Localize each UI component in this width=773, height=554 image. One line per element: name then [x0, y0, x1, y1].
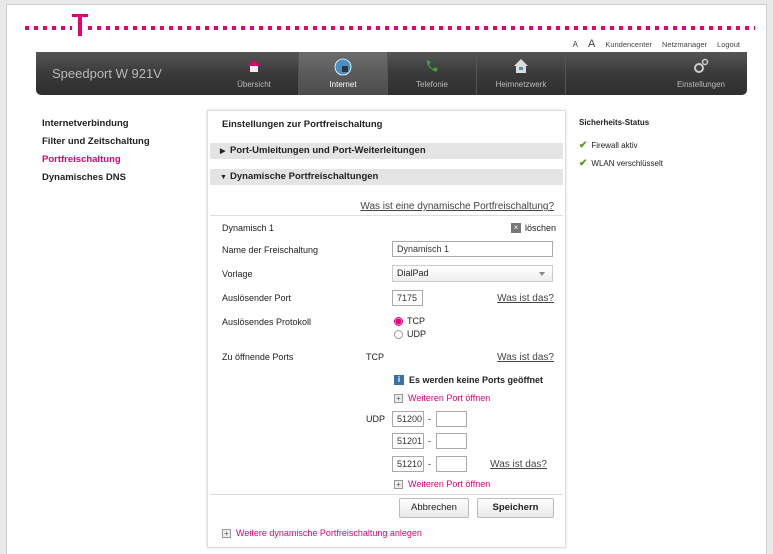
- range-separator: -: [428, 436, 431, 446]
- add-dynamic-forwarding-link[interactable]: Weitere dynamische Portfreischaltung anl…: [236, 528, 422, 538]
- main-navigation: Speedport W 921V Übersicht Internet Tele…: [36, 52, 747, 95]
- protocol-tcp-radio[interactable]: [394, 317, 403, 326]
- sidebar-item-portfreischaltung[interactable]: Portfreischaltung: [42, 154, 150, 172]
- delete-icon[interactable]: ×: [511, 223, 521, 233]
- trigger-port-input[interactable]: 7175: [392, 290, 423, 306]
- home-icon: [246, 58, 262, 76]
- check-icon: ✔: [579, 157, 588, 169]
- cancel-button[interactable]: Abbrechen: [399, 498, 469, 518]
- page-title: Einstellungen zur Portfreischaltung: [222, 119, 383, 130]
- status-text: WLAN verschlüsselt: [591, 158, 663, 168]
- nav-tab-telefonie[interactable]: Telefonie: [388, 52, 476, 95]
- nav-tab-label: Telefonie: [415, 80, 449, 89]
- protocol-udp-label: UDP: [407, 329, 427, 339]
- no-ports-message: Es werden keine Ports geöffnet: [409, 375, 544, 385]
- security-status-title: Sicherheits-Status: [579, 118, 650, 127]
- telekom-logo[interactable]: [72, 13, 88, 37]
- template-select[interactable]: DialPad: [392, 265, 553, 282]
- logout-link[interactable]: Logout: [717, 40, 740, 49]
- status-text: Firewall aktiv: [591, 140, 638, 150]
- trigger-port-label: Auslösender Port: [222, 293, 292, 303]
- what-is-ports-link[interactable]: Was ist das?: [497, 352, 554, 363]
- globe-icon: [334, 58, 352, 78]
- plus-icon[interactable]: +: [222, 529, 231, 538]
- nav-tab-einstellungen[interactable]: Einstellungen: [657, 52, 745, 95]
- sidebar-item-filter[interactable]: Filter und Zeitschaltung: [42, 136, 150, 154]
- protocol-udp-radio[interactable]: [394, 330, 403, 339]
- template-value: DialPad: [397, 268, 429, 278]
- chevron-right-icon: ▶: [220, 148, 226, 155]
- status-item: ✔ WLAN verschlüsselt: [579, 154, 663, 172]
- range-separator: -: [428, 414, 431, 424]
- nav-tab-heimnetzwerk[interactable]: Heimnetzwerk: [477, 52, 565, 95]
- entry-title: Dynamisch 1: [222, 223, 275, 233]
- accordion-port-forwarding[interactable]: ▶ Port-Umleitungen und Port-Weiterleitung…: [210, 143, 563, 159]
- sidebar-item-dyndns[interactable]: Dynamisches DNS: [42, 172, 150, 190]
- nav-tab-uebersicht[interactable]: Übersicht: [210, 52, 298, 95]
- plus-icon[interactable]: +: [394, 480, 403, 489]
- plus-icon[interactable]: +: [394, 394, 403, 403]
- device-name: Speedport W 921V: [52, 66, 162, 81]
- nav-tab-label: Einstellungen: [676, 80, 726, 89]
- template-label: Vorlage: [222, 269, 253, 279]
- nav-tab-internet[interactable]: Internet: [299, 52, 387, 95]
- save-button[interactable]: Speichern: [477, 498, 554, 518]
- font-larger-button[interactable]: A: [588, 38, 595, 50]
- what-is-dynamic-link[interactable]: Was ist eine dynamische Portfreischaltun…: [360, 201, 554, 212]
- protocol-label: Auslösendes Protokoll: [222, 317, 312, 327]
- info-icon: i: [394, 375, 404, 385]
- udp-port-to-input[interactable]: [436, 411, 467, 427]
- nav-tab-label: Internet: [329, 80, 357, 89]
- open-more-tcp-port-link[interactable]: Weiteren Port öffnen: [408, 393, 490, 403]
- range-separator: -: [428, 459, 431, 469]
- nav-tab-label: Heimnetzwerk: [495, 80, 547, 89]
- chevron-down-icon: [539, 272, 545, 276]
- nav-tab-label: Übersicht: [237, 80, 271, 89]
- name-label: Name der Freischaltung: [222, 245, 319, 255]
- netzmanager-link[interactable]: Netzmanager: [662, 40, 707, 49]
- udp-port-to-input[interactable]: [436, 433, 467, 449]
- sidebar: Internetverbindung Filter und Zeitschalt…: [42, 118, 150, 190]
- gears-icon: [693, 58, 709, 76]
- security-status: Sicherheits-Status ✔ Firewall aktiv ✔ WL…: [579, 118, 663, 172]
- check-icon: ✔: [579, 139, 588, 151]
- udp-port-from-input[interactable]: 51201: [392, 433, 424, 449]
- top-links: A A Kundencenter Netzmanager Logout: [573, 38, 740, 50]
- what-is-udp-link[interactable]: Was ist das?: [490, 459, 547, 470]
- protocol-tcp-label: TCP: [407, 316, 425, 326]
- font-smaller-button[interactable]: A: [573, 40, 578, 49]
- open-more-udp-port-link[interactable]: Weiteren Port öffnen: [408, 479, 490, 489]
- ports-label: Zu öffnende Ports: [222, 352, 294, 362]
- brand-dot-line: [25, 26, 755, 30]
- phone-icon: [424, 58, 440, 76]
- accordion-label: Port-Umleitungen und Port-Weiterleitunge…: [230, 145, 426, 156]
- udp-section-label: UDP: [366, 414, 386, 424]
- udp-port-from-input[interactable]: 51210: [392, 456, 424, 472]
- tcp-section-label: TCP: [366, 352, 384, 362]
- main-panel: Einstellungen zur Portfreischaltung ▶ Por…: [207, 110, 566, 548]
- chevron-down-icon: ▼: [220, 174, 227, 181]
- status-item: ✔ Firewall aktiv: [579, 136, 663, 154]
- udp-port-to-input[interactable]: [436, 456, 467, 472]
- delete-link[interactable]: löschen: [525, 223, 556, 233]
- name-input[interactable]: Dynamisch 1: [392, 241, 553, 257]
- what-is-port-link[interactable]: Was ist das?: [497, 293, 554, 304]
- house-network-icon: [513, 58, 529, 76]
- sidebar-item-internetverbindung[interactable]: Internetverbindung: [42, 118, 150, 136]
- accordion-label: Dynamische Portfreischaltungen: [230, 171, 379, 182]
- accordion-dynamic[interactable]: ▼ Dynamische Portfreischaltungen: [210, 169, 563, 185]
- kundencenter-link[interactable]: Kundencenter: [605, 40, 652, 49]
- udp-port-from-input[interactable]: 51200: [392, 411, 424, 427]
